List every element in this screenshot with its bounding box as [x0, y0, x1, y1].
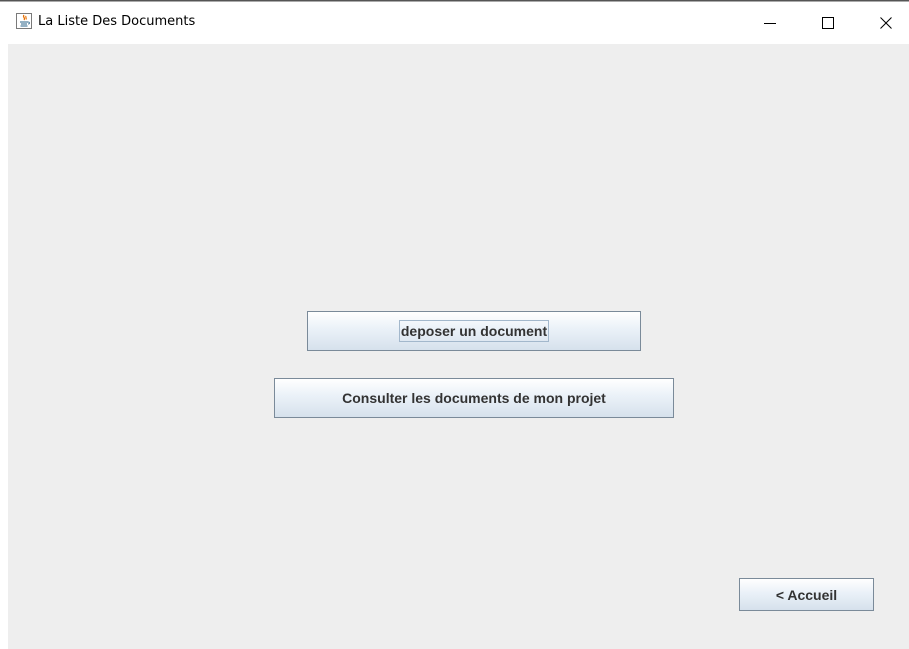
minimize-button[interactable] [747, 6, 793, 40]
close-icon [880, 17, 892, 29]
close-button[interactable] [863, 6, 909, 40]
window-title: La Liste Des Documents [38, 14, 196, 29]
deposer-document-button[interactable]: deposer un document [307, 311, 641, 351]
accueil-button[interactable]: < Accueil [739, 578, 874, 611]
content-panel: deposer un document Consulter les docume… [8, 44, 909, 649]
maximize-button[interactable] [805, 6, 851, 40]
maximize-icon [822, 17, 834, 29]
deposer-document-label: deposer un document [398, 320, 550, 342]
accueil-label: < Accueil [775, 586, 838, 603]
title-bar[interactable]: La Liste Des Documents [0, 3, 909, 44]
java-icon [16, 13, 32, 29]
minimize-icon [764, 23, 776, 24]
consulter-documents-button[interactable]: Consulter les documents de mon projet [274, 378, 674, 418]
application-window: La Liste Des Documents deposer un docume… [0, 0, 909, 649]
consulter-documents-label: Consulter les documents de mon projet [342, 390, 606, 406]
